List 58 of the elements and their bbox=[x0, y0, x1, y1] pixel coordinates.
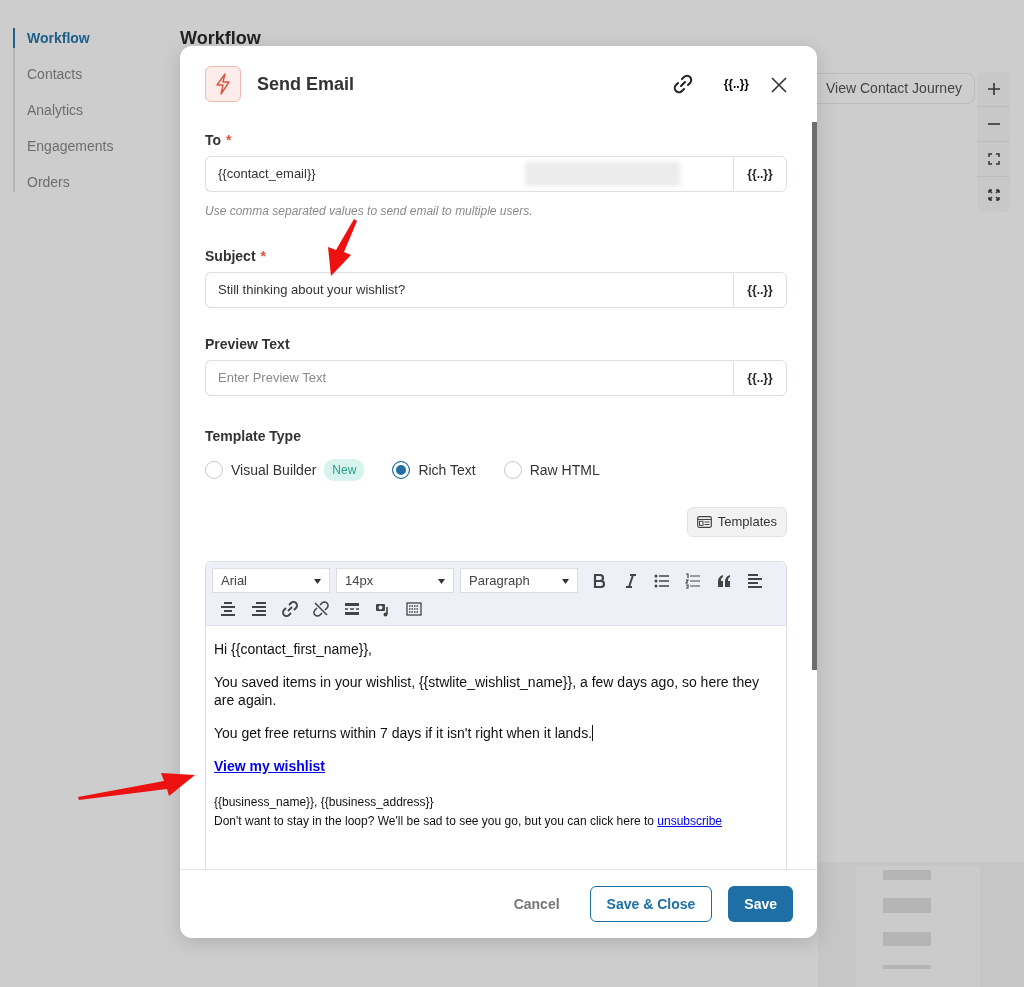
link-icon[interactable] bbox=[671, 73, 694, 96]
font-select[interactable]: Arial bbox=[212, 568, 330, 593]
close-icon[interactable] bbox=[771, 76, 787, 93]
block-format-select[interactable]: Paragraph bbox=[460, 568, 578, 593]
dialog-title: Send Email bbox=[257, 72, 355, 96]
sidebar-item[interactable]: Workflow bbox=[13, 28, 114, 48]
input-field[interactable]: Enter Preview Text bbox=[205, 360, 733, 396]
required-mark: * bbox=[226, 132, 232, 148]
templates-button[interactable]: Templates bbox=[686, 507, 787, 537]
unlink-icon[interactable] bbox=[312, 600, 329, 617]
footer-text: Don't want to stay in the loop? We'll be sad to see you go, but you can click here to unsubscribe bbox=[214, 813, 723, 830]
hint-text: Use comma separated values to send email to multiple users. bbox=[205, 203, 534, 220]
input-field[interactable]: Still thinking about your wishlist? bbox=[205, 272, 733, 308]
template-icon bbox=[696, 516, 712, 528]
zoom-in-icon[interactable] bbox=[986, 82, 1001, 96]
footer-text: {{business_name}}, {{business_address}} bbox=[214, 794, 435, 811]
radio-button[interactable] bbox=[392, 461, 411, 479]
field-label: Preview Text bbox=[205, 336, 290, 352]
radio-label: Raw HTML bbox=[529, 460, 600, 480]
link-icon[interactable] bbox=[281, 600, 298, 617]
save-close-button[interactable]: Save & Close bbox=[589, 886, 713, 922]
new-badge: New bbox=[324, 459, 365, 481]
field-label: To bbox=[205, 132, 222, 148]
page-title: Workflow bbox=[180, 27, 261, 50]
caret-icon bbox=[438, 578, 445, 584]
unsubscribe-link[interactable]: unsubscribe bbox=[657, 814, 722, 828]
align-left-icon[interactable] bbox=[746, 572, 763, 589]
caret-icon bbox=[562, 578, 569, 584]
input-field[interactable]: {{contact_email}} bbox=[205, 156, 733, 192]
cancel-button[interactable]: Cancel bbox=[499, 893, 574, 915]
lightning-icon bbox=[215, 73, 231, 95]
fit-screen-icon[interactable] bbox=[987, 153, 1000, 165]
scrollbar[interactable] bbox=[812, 122, 817, 670]
bullet-list-icon[interactable] bbox=[653, 572, 670, 589]
quote-icon[interactable] bbox=[715, 572, 732, 589]
field-label: Subject bbox=[205, 248, 256, 264]
wishlist-link[interactable]: View my wishlist bbox=[214, 758, 325, 774]
save-button[interactable]: Save bbox=[728, 886, 793, 922]
align-right-icon[interactable] bbox=[250, 600, 267, 617]
insert-variable-button[interactable]: {{..}} bbox=[733, 360, 787, 396]
section-label: Template Type bbox=[205, 427, 302, 446]
align-center-icon[interactable] bbox=[219, 600, 236, 617]
expand-icon[interactable] bbox=[987, 188, 1000, 201]
radio-label: Visual Builder bbox=[231, 460, 317, 480]
page-break-icon[interactable] bbox=[343, 600, 360, 617]
variable-button[interactable]: {{..}} bbox=[717, 74, 755, 94]
body-text: You get free returns within 7 days if it isn't right when it lands. bbox=[214, 724, 595, 742]
size-select[interactable]: 14px bbox=[336, 568, 454, 593]
numbered-list-icon[interactable] bbox=[684, 572, 701, 589]
body-text: Hi {{contact_first_name}}, bbox=[214, 640, 373, 658]
body-text: You saved items in your wishlist, {{stwlite_wishlist_name}}, a few days ago, so here they are again. bbox=[214, 673, 760, 709]
keyboard-icon[interactable] bbox=[405, 600, 422, 617]
insert-variable-button[interactable]: {{..}} bbox=[733, 156, 787, 192]
bold-icon[interactable] bbox=[591, 572, 608, 589]
caret-icon bbox=[314, 578, 321, 584]
required-mark: * bbox=[260, 248, 267, 264]
insert-variable-button[interactable]: {{..}} bbox=[733, 272, 787, 308]
radio-label: Rich Text bbox=[418, 460, 476, 480]
